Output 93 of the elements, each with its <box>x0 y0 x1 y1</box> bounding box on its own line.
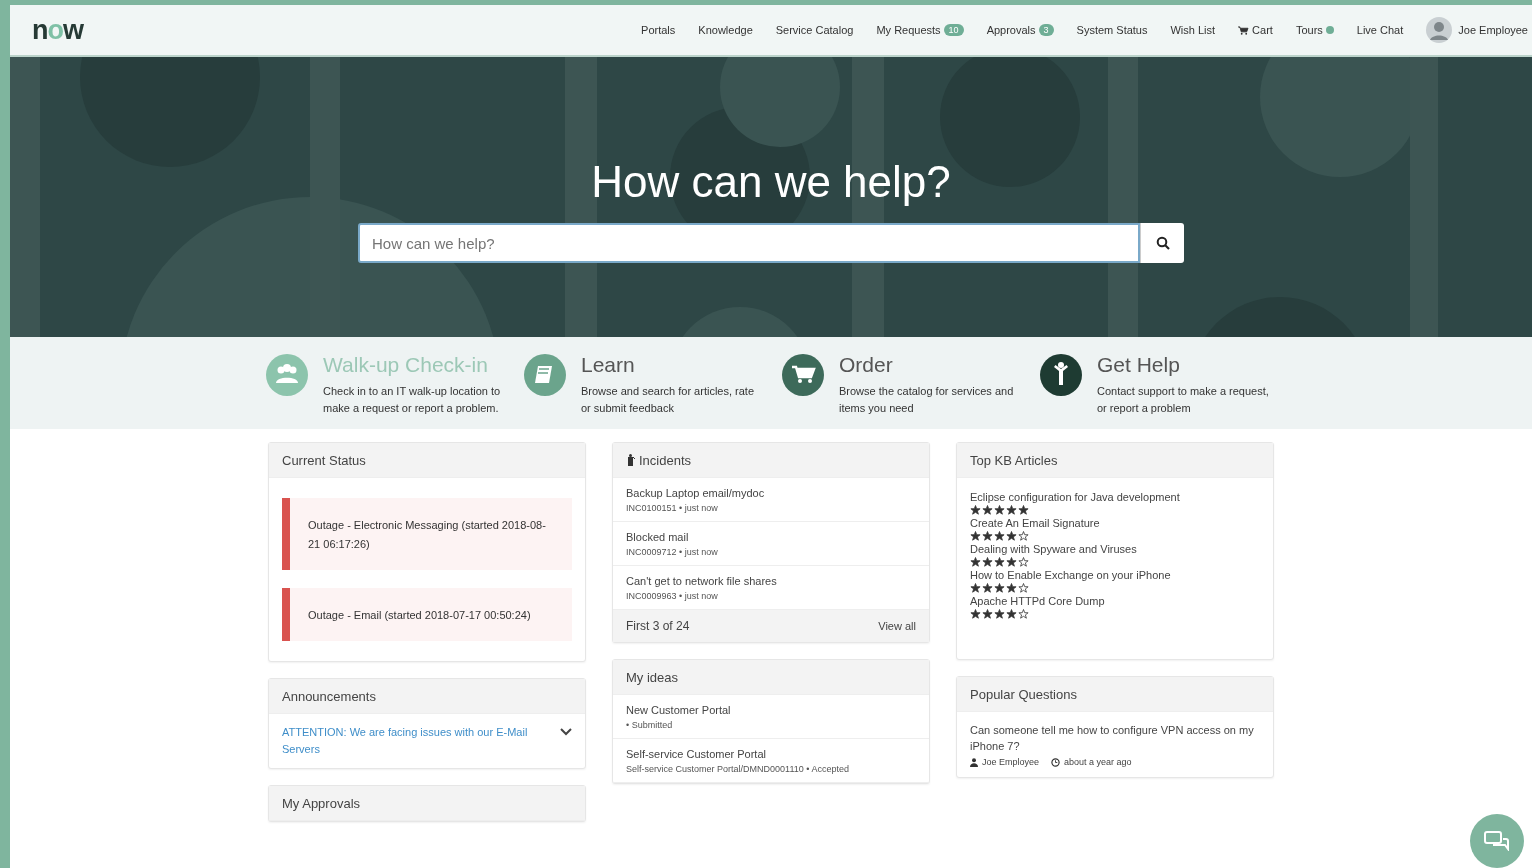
nav-link[interactable]: Wish List <box>1170 24 1216 36</box>
record-link[interactable]: New Customer Portal <box>626 704 916 716</box>
chat-icon <box>1484 831 1510 851</box>
logo[interactable]: now <box>32 14 83 46</box>
card-title: My ideas <box>626 669 679 685</box>
nav-link[interactable]: Live Chat <box>1356 24 1404 36</box>
nav-link[interactable]: Portals <box>641 24 676 36</box>
article-link[interactable]: Create An Email Signature <box>970 517 1260 529</box>
record-link[interactable]: Blocked mail <box>626 531 916 543</box>
nav-link[interactable]: Approvals 3 <box>986 24 1054 36</box>
star-icon <box>982 531 993 541</box>
star-icon <box>1006 609 1017 619</box>
star-icon <box>994 583 1005 593</box>
avatar-icon <box>1426 17 1453 43</box>
star-icon <box>1006 583 1017 593</box>
star-icon <box>994 531 1005 541</box>
view-all-link[interactable]: View all <box>878 620 916 632</box>
cart-icon[interactable] <box>781 353 825 397</box>
feature-title[interactable]: Get Help <box>1097 353 1277 377</box>
nav-link[interactable]: My Requests 10 <box>876 24 964 36</box>
record-meta: • Submitted <box>626 720 674 730</box>
star-icon <box>994 505 1005 515</box>
outage-text: Outage - Email (started 2018-07-17 00:50:24) <box>308 609 531 621</box>
record-link[interactable]: Can't get to network file shares <box>626 575 916 587</box>
feature-description: Check in to an IT walk-up location to make a request or report a problem. <box>323 384 502 416</box>
cart-link[interactable]: Cart <box>1238 24 1273 36</box>
status-dot-icon <box>1325 26 1334 34</box>
nav-link[interactable]: Service Catalog <box>775 24 854 36</box>
chevron-icon[interactable] <box>560 728 572 736</box>
person-icon[interactable] <box>1039 353 1083 397</box>
cart-icon <box>1238 25 1250 35</box>
star-icon <box>970 583 981 593</box>
outage-text: Outage - Electronic Messaging (started 2018-08-21 06:17:26) <box>308 519 546 550</box>
nav-link[interactable]: Knowledge <box>698 24 753 36</box>
star-icon <box>1018 583 1029 593</box>
star-icon <box>982 557 993 567</box>
card-title: Current Status <box>282 452 366 468</box>
clock-icon <box>1051 757 1061 767</box>
nav-link[interactable]: System Status <box>1076 24 1148 36</box>
star-icon <box>970 531 981 541</box>
outage-alert[interactable]: Outage - Electronic Messaging (started 2018-08-21 06:17:26) <box>282 498 572 570</box>
feature-title[interactable]: Order <box>839 353 1019 377</box>
star-icon <box>982 583 993 593</box>
star-icon <box>1018 531 1029 541</box>
search-field[interactable]: How can we help? <box>358 223 1140 263</box>
card-title: My Approvals <box>282 795 361 811</box>
star-icon <box>1006 531 1017 541</box>
question-link[interactable]: Can someone tell me how to configure VPN access on my iPhone 7? <box>970 722 1260 754</box>
card-title: Announcements <box>282 688 376 704</box>
star-icon <box>994 609 1005 619</box>
record-link[interactable]: Self-service Customer Portal <box>626 748 916 760</box>
star-icon <box>1006 557 1017 567</box>
user-menu[interactable]: Joe Employee <box>1426 17 1532 43</box>
book-icon[interactable] <box>523 353 567 397</box>
count-badge: 3 <box>1038 24 1054 36</box>
user-icon <box>970 757 978 767</box>
record-count: First 3 of 24 <box>626 619 690 633</box>
count-badge: 10 <box>943 24 964 36</box>
record-meta: Self-service Customer Portal/DMND0001110 • Accepted <box>626 764 850 774</box>
feature-description: Contact support to make a request, or report a problem <box>1097 384 1270 416</box>
feature-description: Browse the catalog for services and items you need <box>839 384 1015 416</box>
record-meta: INC0009712 • just now <box>626 547 719 557</box>
card-title: Top KB Articles <box>970 452 1058 468</box>
card-title: Incidents <box>639 452 692 468</box>
star-icon <box>970 609 981 619</box>
feature-title[interactable]: Learn <box>581 353 761 377</box>
question-time: about a year ago <box>1064 757 1132 767</box>
announcement-link[interactable]: ATTENTION: We are facing issues with our E-Mail Servers <box>282 724 550 758</box>
star-icon <box>970 505 981 515</box>
star-icon <box>1018 609 1029 619</box>
search-button[interactable] <box>1140 223 1184 263</box>
card-title: Popular Questions <box>970 686 1077 702</box>
star-icon <box>994 557 1005 567</box>
search-icon <box>1155 236 1170 250</box>
feature-description: Browse and search for articles, rate or submit feedback <box>581 384 756 416</box>
nav-link[interactable]: Tours <box>1295 24 1334 36</box>
star-icon <box>1006 505 1017 515</box>
hero-title: How can we help? <box>591 157 951 207</box>
record-link[interactable]: Backup Laptop email/mydoc <box>626 487 916 499</box>
star-icon <box>982 609 993 619</box>
record-meta: INC0100151 • just now <box>626 503 719 513</box>
question-author: Joe Employee <box>982 757 1040 767</box>
outage-alert[interactable]: Outage - Email (started 2018-07-17 00:50:24) <box>282 588 572 641</box>
article-link[interactable]: Dealing with Spyware and Viruses <box>970 543 1260 555</box>
article-link[interactable]: Eclipse configuration for Java development <box>970 491 1260 503</box>
star-icon <box>1018 557 1029 567</box>
star-icon <box>1018 505 1029 515</box>
record-meta: INC0009963 • just now <box>626 591 719 601</box>
person-icon <box>626 454 635 466</box>
star-icon <box>970 557 981 567</box>
star-icon <box>982 505 993 515</box>
article-link[interactable]: Apache HTTPd Core Dump <box>970 595 1260 607</box>
article-link[interactable]: How to Enable Exchange on your iPhone <box>970 569 1260 581</box>
